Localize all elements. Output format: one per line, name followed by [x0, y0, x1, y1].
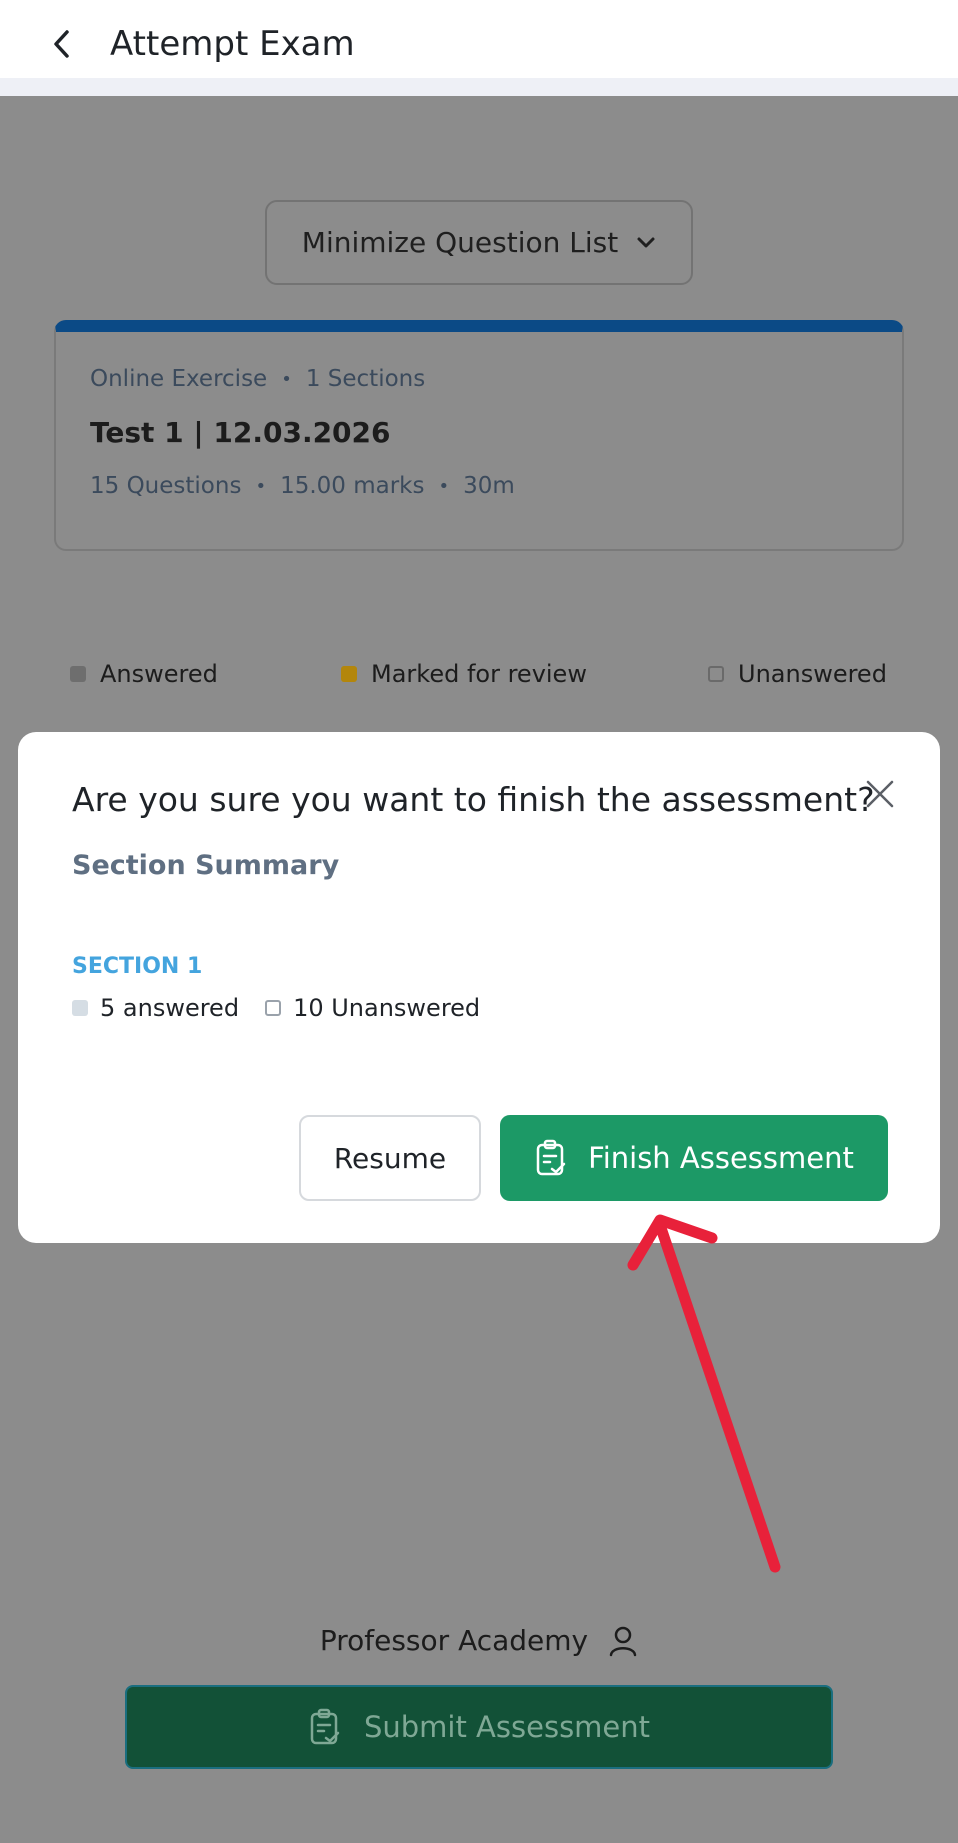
exam-meta: Online Exercise • 1 Sections: [90, 366, 868, 392]
minimize-question-list-label: Minimize Question List: [301, 226, 619, 259]
exam-sections: 1 Sections: [305, 366, 426, 392]
chevron-left-icon: [54, 30, 69, 58]
unanswered-swatch: [708, 666, 724, 682]
unanswered-count: 10 Unanswered: [265, 994, 480, 1022]
exam-card: Online Exercise • 1 Sections Test 1 | 12…: [54, 320, 904, 551]
legend-answered: Answered: [70, 660, 218, 688]
minimize-question-list-button[interactable]: Minimize Question List: [265, 200, 693, 285]
academy-user: Professor Academy: [0, 1624, 958, 1657]
answered-count: 5 answered: [72, 994, 239, 1022]
answered-swatch: [70, 666, 86, 682]
chevron-down-icon: [637, 237, 655, 247]
app-header: Attempt Exam: [0, 0, 958, 96]
finish-assessment-dialog: Are you sure you want to finish the asse…: [18, 732, 940, 1243]
finish-assessment-label: Finish Assessment: [588, 1141, 854, 1175]
resume-button[interactable]: Resume: [299, 1115, 481, 1201]
close-icon: [866, 780, 894, 808]
answered-count-label: 5 answered: [100, 994, 240, 1022]
exam-duration: 30m: [463, 473, 515, 499]
page-title: Attempt Exam: [110, 24, 355, 64]
user-icon: [609, 1626, 637, 1656]
legend-marked: Marked for review: [341, 660, 587, 688]
unanswered-count-label: 10 Unanswered: [293, 994, 481, 1022]
finish-assessment-button[interactable]: Finish Assessment: [500, 1115, 888, 1201]
submit-assessment-label: Submit Assessment: [363, 1710, 651, 1744]
back-button[interactable]: [40, 22, 84, 66]
legend-marked-label: Marked for review: [371, 660, 587, 688]
marked-swatch: [341, 666, 357, 682]
separator-dot: •: [438, 475, 450, 497]
legend-unanswered-label: Unanswered: [738, 660, 887, 688]
question-legend: Answered Marked for review Unanswered: [0, 660, 958, 690]
submit-assessment-button[interactable]: Submit Assessment: [125, 1685, 833, 1769]
clipboard-check-icon: [310, 1708, 340, 1745]
section-name: SECTION 1: [72, 954, 203, 979]
exam-questions: 15 Questions: [90, 473, 242, 499]
legend-unanswered: Unanswered: [708, 660, 887, 688]
answered-swatch: [72, 1000, 88, 1016]
legend-answered-label: Answered: [100, 660, 218, 688]
separator-dot: •: [255, 475, 267, 497]
separator-dot: •: [281, 368, 292, 390]
close-button[interactable]: [860, 774, 900, 814]
section-summary-heading: Section Summary: [72, 850, 340, 881]
clipboard-check-icon: [536, 1139, 566, 1176]
academy-name: Professor Academy: [319, 1624, 589, 1657]
exam-marks: 15.00 marks: [280, 473, 425, 499]
section-summary-row: 5 answered 10 Unanswered: [72, 994, 494, 1022]
dialog-title: Are you sure you want to finish the asse…: [72, 780, 875, 819]
exam-title: Test 1 | 12.03.2026: [90, 416, 391, 449]
unanswered-swatch: [265, 1000, 282, 1016]
exam-type: Online Exercise: [90, 366, 268, 392]
exam-stats: 15 Questions • 15.00 marks • 30m: [90, 473, 868, 499]
